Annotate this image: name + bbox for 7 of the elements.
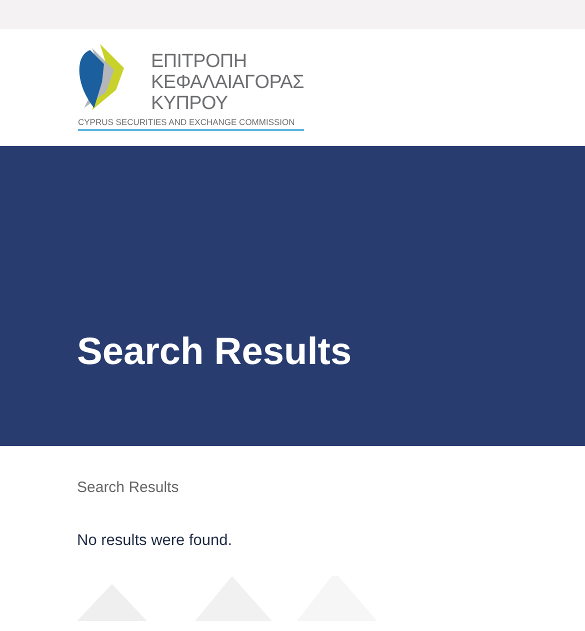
logo-text: ΕΠΙΤΡΟΠΗ: [151, 51, 248, 72]
breadcrumb: Search Results: [77, 479, 180, 496]
logo-text: ΚΥΠΡΟΥ: [151, 93, 229, 114]
no-results-message: No results were found.: [77, 532, 234, 550]
logo-subtitle: CYPRUS SECURITIES AND EXCHANGE COMMISSION: [78, 117, 304, 131]
page-title: Search Results: [77, 331, 352, 374]
logo-text: ΚΕΦΑΛΑΙΑΓΟΡΑΣ: [151, 72, 304, 93]
